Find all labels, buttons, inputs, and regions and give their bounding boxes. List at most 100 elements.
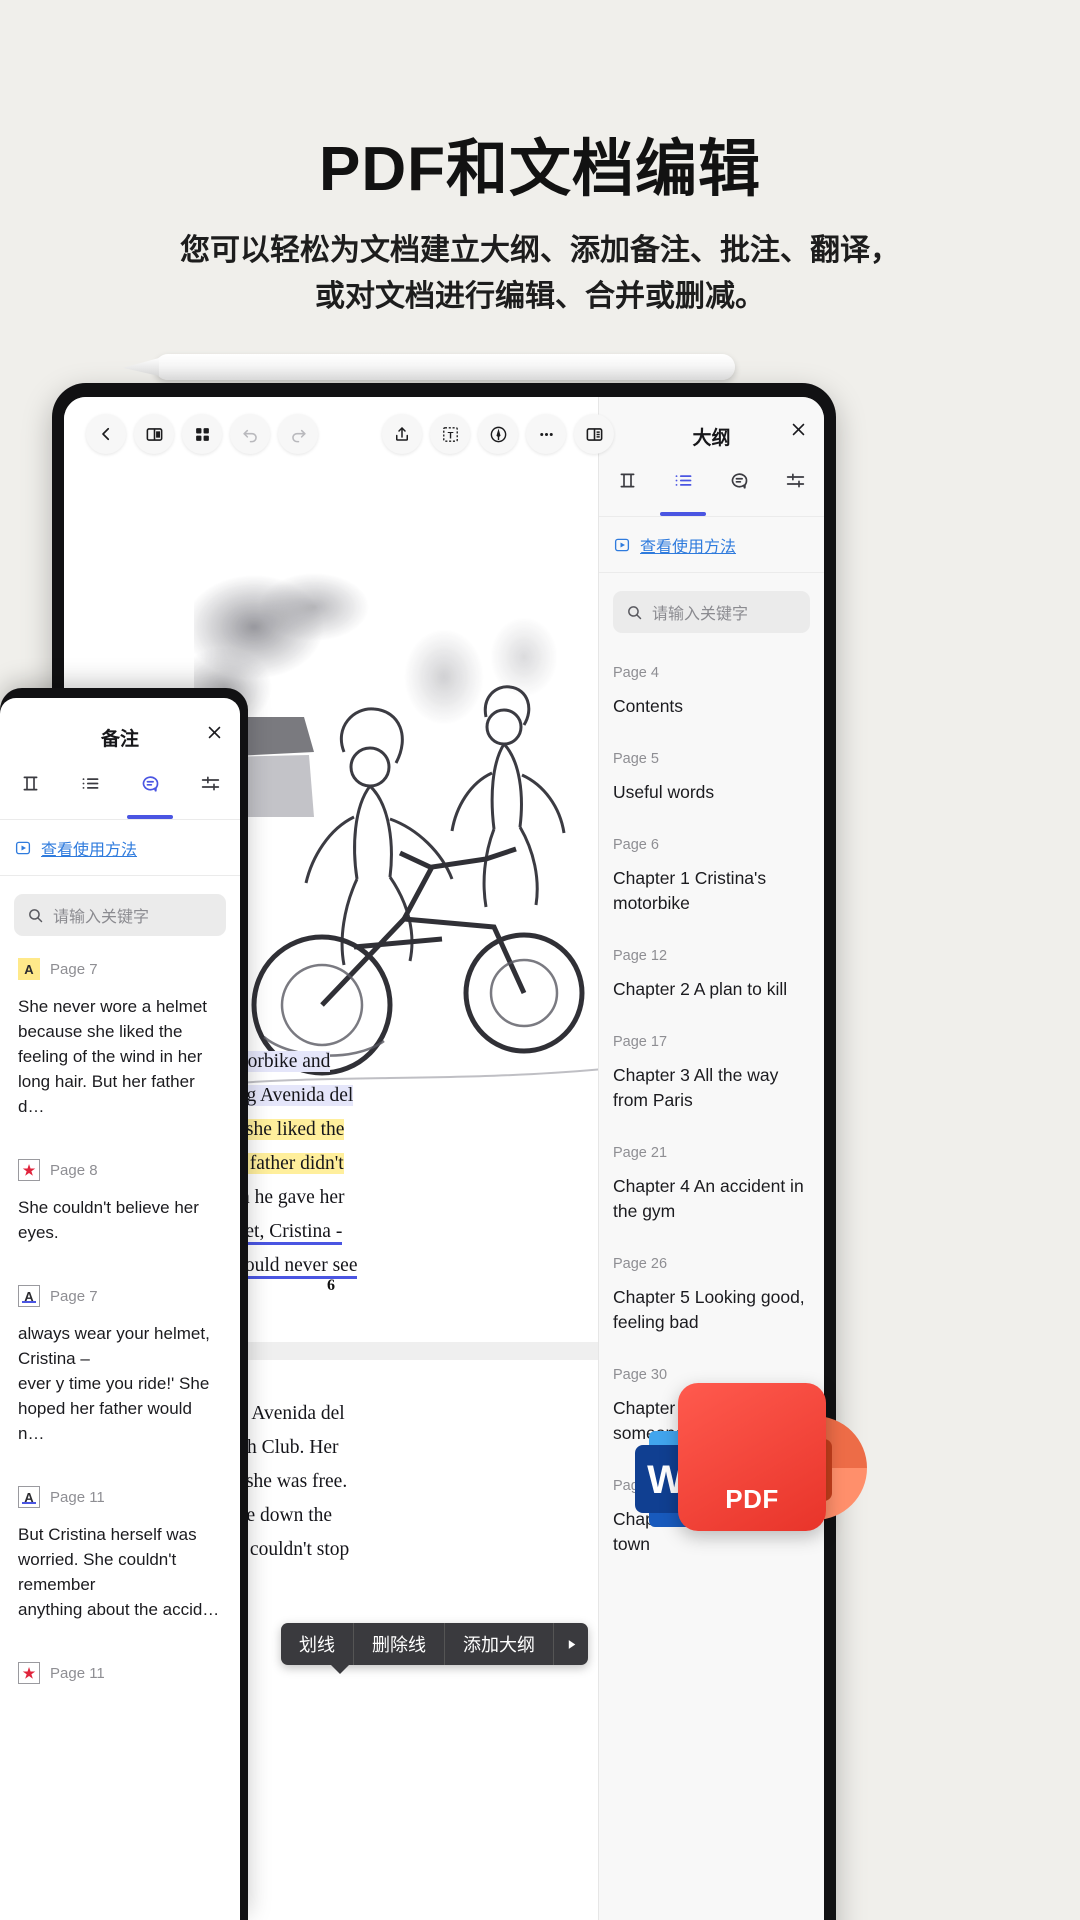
note-item-page: Page 11 — [50, 1489, 105, 1506]
outline-item-page: Page 26 — [613, 1256, 810, 1272]
note-item[interactable]: ★ Page 8 She couldn't believe her eyes. — [0, 1143, 240, 1269]
tab-outline[interactable] — [60, 764, 120, 819]
notes-panel-header: 备注 — [0, 698, 240, 764]
note-item-text: She never wore a helmet because she like… — [18, 994, 222, 1119]
pdf-logo-icon: PDF — [678, 1383, 826, 1531]
tab-outline[interactable] — [655, 461, 711, 516]
undo-icon[interactable] — [230, 414, 270, 454]
outline-item-page: Page 4 — [613, 665, 810, 681]
underline-badge-icon: A — [18, 1486, 40, 1508]
promo-screenshot: PDF和文档编辑 您可以轻松为文档建立大纲、添加备注、批注、翻译， 或对文档进行… — [0, 0, 1080, 1920]
outline-search-placeholder: 请输入关键字 — [652, 600, 748, 624]
outline-howto-link[interactable]: 查看使用方法 — [599, 517, 824, 573]
outline-howto-label: 查看使用方法 — [640, 533, 736, 557]
notes-howto-label: 查看使用方法 — [41, 836, 137, 860]
stylus-pencil — [155, 354, 735, 380]
note-item[interactable]: A Page 7 always wear your helmet, Cristi… — [0, 1269, 240, 1470]
note-item-meta: A Page 7 — [18, 1285, 222, 1307]
note-item-meta: A Page 7 — [18, 958, 222, 980]
underline-badge-icon: A — [18, 1285, 40, 1307]
context-menu-item-underline[interactable]: 划线 — [281, 1623, 354, 1665]
note-item[interactable]: A Page 7 She never wore a helmet because… — [0, 942, 240, 1143]
context-menu-item-strikethrough[interactable]: 删除线 — [354, 1623, 445, 1665]
outline-item-title: Chapter 3 All the way from Paris — [613, 1063, 810, 1113]
redo-icon[interactable] — [278, 414, 318, 454]
context-menu-pointer — [329, 1663, 351, 1674]
sidebar-toggle-icon[interactable] — [134, 414, 174, 454]
pdf-logo-card: PDF — [678, 1383, 826, 1531]
tab-notes[interactable] — [712, 461, 768, 516]
pen-icon[interactable] — [478, 414, 518, 454]
panel-toggle-icon[interactable] — [574, 414, 614, 454]
star-badge-icon: ★ — [18, 1159, 40, 1181]
notes-search-input[interactable]: 请输入关键字 — [14, 894, 226, 936]
outline-item-page: Page 5 — [613, 751, 810, 767]
search-icon — [27, 907, 44, 924]
outline-item[interactable]: Page 21 Chapter 4 An accident in the gym — [599, 1133, 824, 1244]
page-subtitle: 您可以轻松为文档建立大纲、添加备注、批注、翻译， 或对文档进行编辑、合并或删减。 — [0, 228, 1080, 320]
note-item-meta: ★ Page 8 — [18, 1159, 222, 1181]
document-illustration — [194, 567, 598, 1127]
outline-item-title: Chapter 1 Cristina's motorbike — [613, 866, 810, 916]
search-icon — [626, 604, 643, 621]
note-item-page: Page 8 — [50, 1162, 98, 1179]
outline-item-page: Page 6 — [613, 837, 810, 853]
outline-panel-tabs — [599, 461, 824, 517]
tab-settings[interactable] — [180, 764, 240, 819]
notes-search-placeholder: 请输入关键字 — [53, 903, 149, 927]
play-box-icon — [613, 536, 631, 554]
note-item-page: Page 7 — [50, 1288, 98, 1305]
outline-item[interactable]: Page 5 Useful words — [599, 739, 824, 825]
share-icon[interactable] — [382, 414, 422, 454]
play-box-icon — [14, 839, 32, 857]
outline-item[interactable]: Page 26 Chapter 5 Looking good, feeling … — [599, 1244, 824, 1355]
notes-howto-link[interactable]: 查看使用方法 — [0, 820, 240, 876]
tab-bookmark[interactable] — [599, 461, 655, 516]
star-badge-icon: ★ — [18, 1662, 40, 1684]
outline-search-input[interactable]: 请输入关键字 — [613, 591, 810, 633]
text-select-icon[interactable]: T — [430, 414, 470, 454]
outline-item[interactable]: Page 12 Chapter 2 A plan to kill — [599, 936, 824, 1022]
outline-item-page: Page 21 — [613, 1145, 810, 1161]
outline-item[interactable]: Page 6 Chapter 1 Cristina's motorbike — [599, 825, 824, 936]
highlight-badge-icon: A — [18, 958, 40, 980]
note-item-page: Page 11 — [50, 1665, 105, 1682]
page-subtitle-line-1: 您可以轻松为文档建立大纲、添加备注、批注、翻译， — [0, 228, 1080, 274]
outline-item-title: Chapter 5 Looking good, feeling bad — [613, 1285, 810, 1335]
note-item-page: Page 7 — [50, 961, 98, 978]
outline-item-page: Page 30 — [613, 1367, 810, 1383]
note-item-meta: ★ Page 11 — [18, 1662, 222, 1684]
more-icon[interactable] — [526, 414, 566, 454]
tab-settings[interactable] — [768, 461, 824, 516]
outline-item-page: Page 17 — [613, 1034, 810, 1050]
context-menu-next-icon[interactable] — [554, 1623, 588, 1665]
note-item-text: But Cristina herself was worried. She co… — [18, 1522, 222, 1622]
outline-item-title: Chapter 4 An accident in the gym — [613, 1174, 810, 1224]
outline-item-title: Chapter 2 A plan to kill — [613, 977, 810, 1002]
page-title: PDF和文档编辑 — [0, 118, 1080, 208]
outline-panel: 大纲 — [598, 397, 824, 1920]
outline-item[interactable]: Page 17 Chapter 3 All the way from Paris — [599, 1022, 824, 1133]
format-logos: W P PDF — [620, 1383, 880, 1543]
close-icon[interactable] — [786, 417, 810, 441]
notes-items-list[interactable]: A Page 7 She never wore a helmet because… — [0, 942, 240, 1722]
note-item[interactable]: A Page 11 But Cristina herself was worri… — [0, 1470, 240, 1646]
note-item-text: always wear your helmet, Cristina – ever… — [18, 1321, 222, 1446]
grid-view-icon[interactable] — [182, 414, 222, 454]
tab-bookmark[interactable] — [0, 764, 60, 819]
outline-item-title: Contents — [613, 694, 810, 719]
reader-toolbar: T — [64, 397, 598, 471]
outline-item-title: Useful words — [613, 780, 810, 805]
svg-text:T: T — [447, 430, 453, 441]
note-item-text: She couldn't believe her eyes. — [18, 1195, 222, 1245]
tab-notes[interactable] — [120, 764, 180, 819]
outline-item-page: Page 12 — [613, 948, 810, 964]
outline-panel-header: 大纲 — [599, 397, 824, 461]
context-menu-item-add-outline[interactable]: 添加大纲 — [445, 1623, 554, 1665]
close-icon[interactable] — [202, 720, 226, 744]
back-icon[interactable] — [86, 414, 126, 454]
note-item[interactable]: ★ Page 11 — [0, 1646, 240, 1722]
outline-item[interactable]: Page 4 Contents — [599, 653, 824, 739]
selection-context-menu[interactable]: 划线 删除线 添加大纲 — [281, 1623, 588, 1665]
notes-panel: 备注 — [0, 698, 240, 1920]
